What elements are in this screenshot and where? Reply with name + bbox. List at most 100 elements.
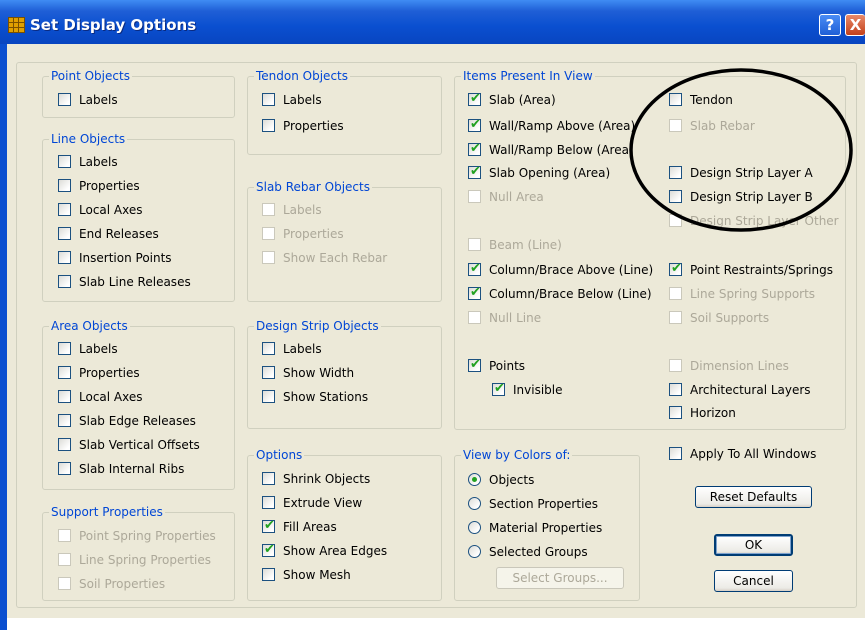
checkbox-box[interactable] bbox=[262, 251, 275, 264]
checkbox-box[interactable] bbox=[669, 311, 682, 324]
checkbox-label: Apply To All Windows bbox=[690, 447, 817, 461]
slab-rebar-objects-title: Slab Rebar Objects bbox=[254, 180, 372, 194]
checkbox-box[interactable] bbox=[262, 227, 275, 240]
radio-circle[interactable] bbox=[468, 521, 481, 534]
checkbox-box[interactable]: ✔ bbox=[669, 261, 682, 276]
window-frame bbox=[0, 44, 7, 630]
checkbox-label: Labels bbox=[283, 93, 322, 107]
check-mark-icon: ✔ bbox=[494, 381, 505, 396]
checkbox-box[interactable] bbox=[468, 190, 481, 203]
checkbox-box[interactable] bbox=[669, 383, 682, 396]
view-by-colors-title: View by Colors of: bbox=[461, 448, 573, 462]
checkbox-label: Extrude View bbox=[283, 496, 363, 510]
checkbox-label: Labels bbox=[79, 93, 118, 107]
checkbox-box[interactable]: ✔ bbox=[468, 164, 481, 179]
checkbox-label: Design Strip Layer B bbox=[690, 190, 813, 204]
checkbox-box[interactable] bbox=[262, 366, 275, 379]
checkbox-box[interactable]: ✔ bbox=[468, 357, 481, 372]
checkbox-box[interactable] bbox=[58, 529, 71, 542]
cancel-button[interactable]: Cancel bbox=[714, 570, 793, 592]
checkbox-label: Design Strip Layer Other bbox=[690, 214, 839, 228]
checkbox-label: Beam (Line) bbox=[489, 238, 562, 252]
checkbox-box[interactable] bbox=[58, 553, 71, 566]
check-mark-icon: ✔ bbox=[470, 285, 481, 300]
checkbox-box[interactable] bbox=[58, 577, 71, 590]
ok-button[interactable]: OK bbox=[714, 534, 793, 556]
checkbox-box[interactable] bbox=[262, 342, 275, 355]
checkbox-box[interactable] bbox=[58, 93, 71, 106]
checkbox-box[interactable] bbox=[58, 390, 71, 403]
checkbox-box[interactable]: ✔ bbox=[468, 117, 481, 132]
check-mark-icon: ✔ bbox=[470, 357, 481, 372]
point-objects-title: Point Objects bbox=[49, 69, 132, 83]
checkbox-label: End Releases bbox=[79, 227, 159, 241]
checkbox-box[interactable] bbox=[58, 462, 71, 475]
checkbox-label: Tendon bbox=[690, 93, 733, 107]
checkbox-label: Fill Areas bbox=[283, 520, 337, 534]
set-display-options-dialog: Set Display Options ? X Point Objects Li… bbox=[0, 0, 865, 630]
checkbox-label: Slab (Area) bbox=[489, 93, 556, 107]
checkbox-box[interactable] bbox=[669, 166, 682, 179]
radio-label: Material Properties bbox=[489, 521, 603, 535]
checkbox-label: Properties bbox=[79, 179, 140, 193]
checkbox-box[interactable] bbox=[58, 155, 71, 168]
window-bottom-edge bbox=[7, 618, 865, 630]
checkbox-box[interactable] bbox=[58, 366, 71, 379]
checkbox-box[interactable]: ✔ bbox=[468, 141, 481, 156]
tendon-objects-group: Tendon Objects bbox=[247, 69, 442, 155]
checkbox-box[interactable]: ✔ bbox=[468, 285, 481, 300]
checkbox-box[interactable] bbox=[669, 359, 682, 372]
checkbox-box[interactable] bbox=[262, 568, 275, 581]
checkbox-label: Points bbox=[489, 359, 526, 373]
checkbox-box[interactable] bbox=[58, 342, 71, 355]
radio-circle[interactable] bbox=[468, 473, 481, 486]
radio-label: Objects bbox=[489, 473, 535, 487]
checkbox-label: Soil Supports bbox=[690, 311, 770, 325]
checkbox-label: Properties bbox=[79, 366, 140, 380]
checkbox-box[interactable] bbox=[262, 119, 275, 132]
checkbox-box[interactable] bbox=[669, 190, 682, 203]
checkbox-box[interactable] bbox=[58, 251, 71, 264]
title-bar[interactable]: Set Display Options ? X bbox=[0, 0, 865, 44]
checkbox-label: Null Area bbox=[489, 190, 544, 204]
checkbox-box[interactable] bbox=[58, 438, 71, 451]
checkbox-box[interactable] bbox=[262, 472, 275, 485]
checkbox-box[interactable] bbox=[669, 214, 682, 227]
checkbox-box[interactable]: ✔ bbox=[262, 542, 275, 557]
checkbox-label: Soil Properties bbox=[79, 577, 166, 591]
checkbox-label: Labels bbox=[283, 203, 322, 217]
close-button[interactable]: X bbox=[845, 14, 865, 36]
checkbox-box[interactable]: ✔ bbox=[468, 261, 481, 276]
checkbox-box[interactable] bbox=[468, 311, 481, 324]
checkbox-box[interactable] bbox=[262, 203, 275, 216]
checkbox-box[interactable] bbox=[262, 496, 275, 509]
checkbox-label: Wall/Ramp Below (Area) bbox=[489, 143, 634, 157]
checkbox-box[interactable] bbox=[262, 390, 275, 403]
checkbox-box[interactable] bbox=[468, 238, 481, 251]
checkbox-label: Line Spring Supports bbox=[690, 287, 816, 301]
line-objects-title: Line Objects bbox=[49, 132, 128, 146]
checkbox-label: Column/Brace Above (Line) bbox=[489, 263, 654, 277]
checkbox-box[interactable] bbox=[262, 93, 275, 106]
help-button[interactable]: ? bbox=[819, 14, 841, 36]
select-groups-button[interactable]: Select Groups... bbox=[496, 567, 624, 589]
checkbox-box[interactable] bbox=[58, 275, 71, 288]
checkbox-label: Design Strip Layer A bbox=[690, 166, 813, 180]
checkbox-box[interactable]: ✔ bbox=[262, 518, 275, 533]
checkbox-label: Shrink Objects bbox=[283, 472, 371, 486]
checkbox-box[interactable] bbox=[669, 287, 682, 300]
radio-circle[interactable] bbox=[468, 497, 481, 510]
checkbox-box[interactable]: ✔ bbox=[468, 91, 481, 106]
checkbox-box[interactable] bbox=[669, 447, 682, 460]
reset-defaults-button[interactable]: Reset Defaults bbox=[695, 486, 812, 508]
checkbox-box[interactable]: ✔ bbox=[492, 381, 505, 396]
checkbox-box[interactable] bbox=[58, 414, 71, 427]
checkbox-box[interactable] bbox=[58, 179, 71, 192]
checkbox-box[interactable] bbox=[58, 227, 71, 240]
checkbox-box[interactable] bbox=[669, 93, 682, 106]
radio-circle[interactable] bbox=[468, 545, 481, 558]
checkbox-box[interactable] bbox=[669, 406, 682, 419]
area-objects-title: Area Objects bbox=[49, 319, 130, 333]
checkbox-box[interactable] bbox=[669, 119, 682, 132]
checkbox-box[interactable] bbox=[58, 203, 71, 216]
